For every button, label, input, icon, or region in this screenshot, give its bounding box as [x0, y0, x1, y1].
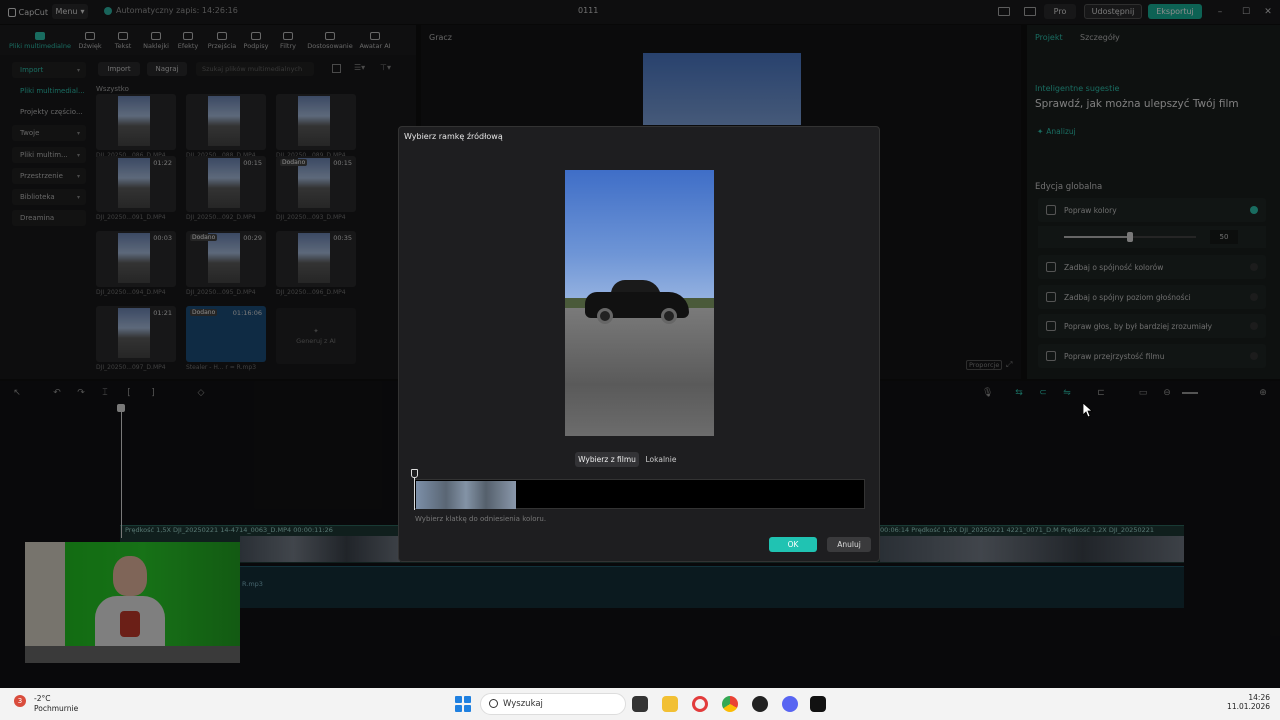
ok-button[interactable]: OK: [769, 537, 817, 552]
file-explorer-icon[interactable]: [662, 696, 678, 712]
weather-widget[interactable]: 3 -2°C Pochmurnie: [8, 692, 88, 718]
cancel-button[interactable]: Anuluj: [827, 537, 871, 552]
discord-icon[interactable]: [782, 696, 798, 712]
preview-car: [585, 280, 689, 324]
weather-alert-icon: 3: [14, 695, 26, 707]
app-icon[interactable]: [752, 696, 768, 712]
temperature: -2°C: [34, 694, 51, 703]
chrome-icon[interactable]: [722, 696, 738, 712]
weather-condition: Pochmurnie: [34, 704, 79, 713]
dialog-title: Wybierz ramkę źródłową: [404, 132, 503, 141]
car-wheel: [661, 308, 677, 324]
local-tab[interactable]: Lokalnie: [642, 452, 680, 467]
search-icon: [489, 699, 498, 708]
opera-icon[interactable]: [692, 696, 708, 712]
frame-marker-handle[interactable]: [411, 469, 418, 478]
preview-road: [565, 308, 714, 436]
capcut-taskbar-icon[interactable]: [810, 696, 826, 712]
dialog-hint: Wybierz klatkę do odniesienia koloru.: [415, 515, 547, 523]
frame-strip[interactable]: [414, 479, 865, 509]
task-view-icon[interactable]: [632, 696, 648, 712]
search-label: Wyszukaj: [503, 699, 543, 709]
car-wheel: [597, 308, 613, 324]
frame-thumbnails: [416, 481, 516, 509]
mouse-cursor-icon: [1083, 403, 1093, 417]
taskbar-search[interactable]: Wyszukaj: [480, 693, 626, 715]
date: 11.01.2026: [1227, 702, 1270, 711]
frame-preview: [565, 170, 714, 436]
clock[interactable]: 14:26 11.01.2026: [1224, 693, 1270, 711]
start-icon[interactable]: [455, 696, 471, 712]
from-film-tab[interactable]: Wybierz z filmu: [575, 452, 639, 467]
frame-cursor-line: [414, 478, 415, 510]
time: 14:26: [1248, 693, 1270, 702]
